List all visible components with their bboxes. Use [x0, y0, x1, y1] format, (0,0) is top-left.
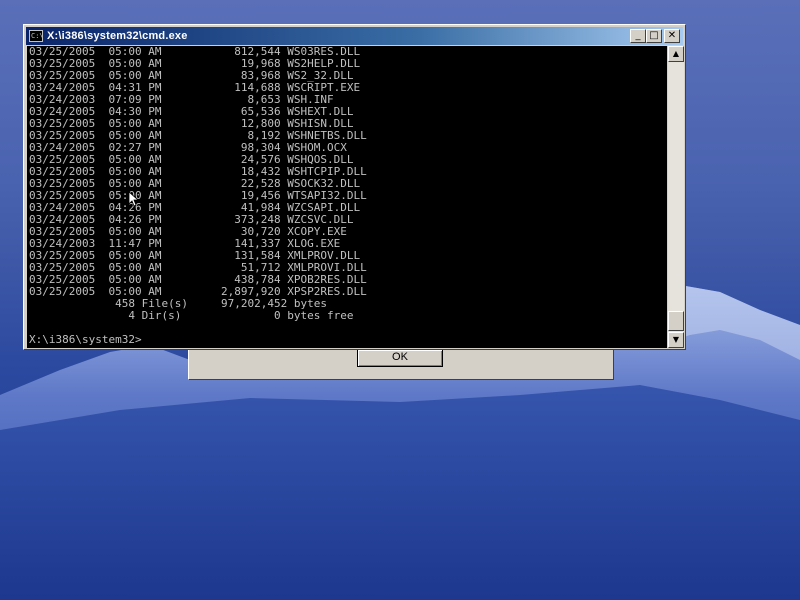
cmd-app-icon[interactable]: C:\	[29, 30, 44, 42]
maximize-button[interactable]: □	[646, 29, 662, 43]
cmd-window: C:\ X:\i386\system32\cmd.exe _ □ ✕ 03/25…	[23, 24, 686, 350]
ok-button[interactable]: OK	[357, 349, 443, 367]
vertical-scrollbar[interactable]: ▲ ▼	[668, 46, 684, 348]
window-title: X:\i386\system32\cmd.exe	[47, 30, 188, 42]
scroll-up-button[interactable]: ▲	[668, 46, 684, 62]
scroll-thumb[interactable]	[668, 311, 684, 331]
scroll-down-button[interactable]: ▼	[668, 332, 684, 348]
minimize-button[interactable]: _	[630, 29, 646, 43]
window-controls: _ □ ✕	[630, 29, 680, 43]
title-bar[interactable]: C:\ X:\i386\system32\cmd.exe _ □ ✕	[26, 27, 683, 45]
arrow-up-icon: ▲	[672, 49, 680, 58]
mouse-pointer-icon	[129, 192, 139, 207]
arrow-down-icon: ▼	[672, 335, 680, 344]
console-text: 03/25/2005 05:00 AM 812,544 WS03RES.DLL …	[29, 46, 367, 346]
console-output[interactable]: 03/25/2005 05:00 AM 812,544 WS03RES.DLL …	[27, 46, 667, 348]
close-button[interactable]: ✕	[664, 29, 680, 43]
